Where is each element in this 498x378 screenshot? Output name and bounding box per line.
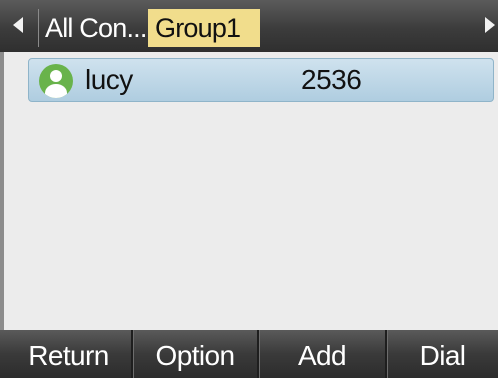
contact-list: lucy 2536 (0, 52, 498, 330)
group-tab-bar: All Con... Group1 (0, 0, 498, 52)
contacts-screen: All Con... Group1 lucy 2536 Return Optio… (0, 0, 498, 378)
tab-all-contacts[interactable]: All Con... (38, 9, 146, 47)
add-button[interactable]: Add (257, 330, 385, 378)
contact-number: 2536 (301, 64, 362, 95)
return-button[interactable]: Return (6, 330, 131, 378)
avatar-head-shape (50, 70, 62, 82)
contact-row-lucy[interactable]: lucy 2536 (28, 58, 494, 102)
option-button[interactable]: Option (131, 330, 257, 378)
avatar-body-shape (45, 84, 67, 98)
left-arrow-icon[interactable] (13, 17, 23, 33)
contact-name: lucy (85, 64, 133, 95)
right-arrow-icon[interactable] (485, 17, 495, 33)
tab-group1[interactable]: Group1 (148, 9, 260, 47)
softkey-bar: Return Option Add Dial (0, 330, 498, 378)
contact-avatar-icon (39, 64, 73, 98)
dial-button[interactable]: Dial (385, 330, 498, 378)
